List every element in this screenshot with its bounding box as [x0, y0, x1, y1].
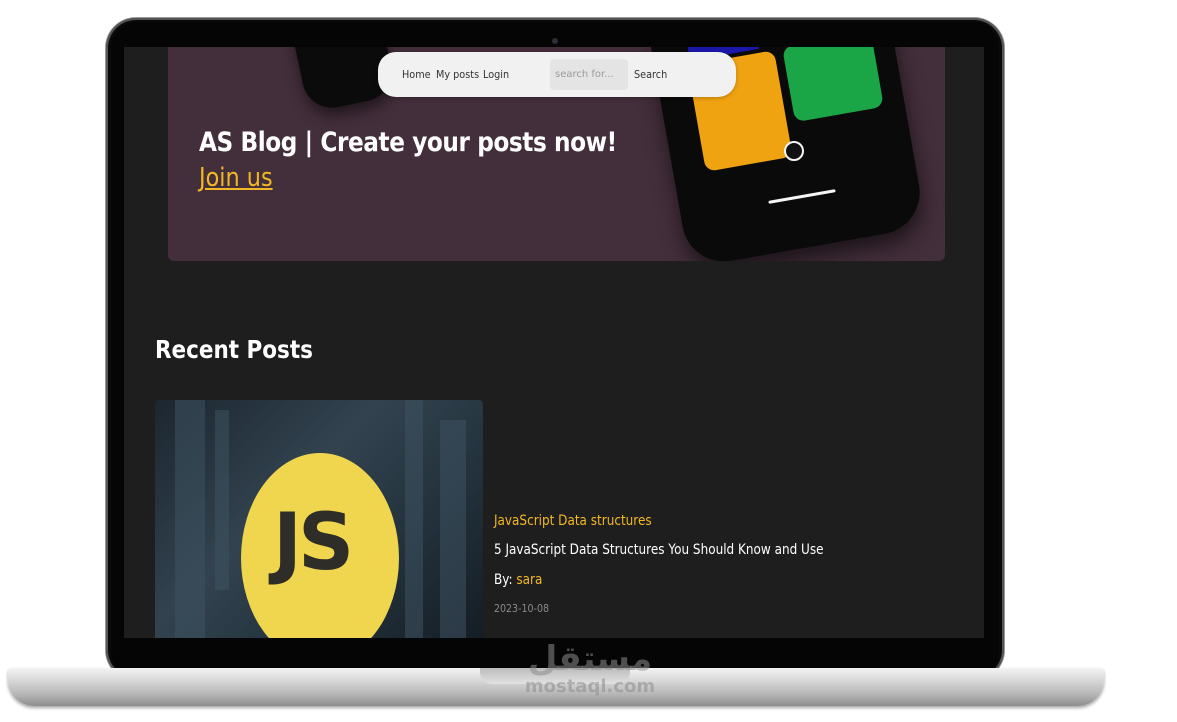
search-input[interactable] [550, 59, 628, 90]
watermark-latin: mostaql.com [524, 676, 656, 697]
watermark-arabic: مستقل [527, 639, 653, 679]
nav-login-link[interactable]: Login [483, 68, 509, 81]
gear-decoration [215, 410, 229, 590]
post-title[interactable]: 5 JavaScript Data Structures You Should … [494, 542, 824, 558]
watermark-logo: مستقل mostaql.com [520, 640, 660, 696]
phone-home-button-icon [784, 141, 804, 161]
recent-posts-heading: Recent Posts [155, 335, 313, 364]
gear-decoration [405, 400, 423, 638]
js-logo-text: JS [273, 498, 354, 588]
post-category[interactable]: JavaScript Data structures [494, 513, 652, 529]
post-author-prefix: By: [494, 572, 513, 588]
search-button[interactable]: Search [634, 68, 667, 81]
join-us-link[interactable]: Join us [199, 163, 273, 193]
post-thumbnail[interactable]: JS [155, 400, 483, 638]
hero-title: AS Blog | Create your posts now! [199, 127, 617, 158]
nav-home-link[interactable]: Home [402, 68, 431, 81]
post-author-name[interactable]: sara [516, 572, 542, 588]
nav-my-posts-link[interactable]: My posts [436, 68, 479, 81]
gear-decoration [175, 400, 205, 638]
camera-icon [552, 38, 558, 44]
gear-decoration [440, 420, 466, 638]
post-date: 2023-10-08 [494, 602, 549, 615]
browser-screen: AS Blog | Create your posts now! Join us… [124, 47, 984, 638]
post-author: By: sara [494, 572, 542, 588]
top-navbar: Home My posts Login Search [378, 52, 736, 97]
